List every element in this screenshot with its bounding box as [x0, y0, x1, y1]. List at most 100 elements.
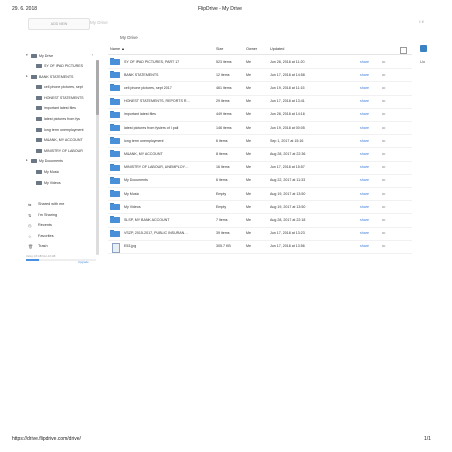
- share-link[interactable]: share: [360, 218, 369, 222]
- table-row[interactable]: E53.jpg 305.7 KB Me Jun 17, 2018 at 13:56 sh…: [108, 240, 412, 254]
- share-link[interactable]: share: [360, 205, 369, 209]
- file-name[interactable]: MINISTRY OF LABOUR, UNEMPLOY…: [124, 165, 210, 169]
- select-all-checkbox[interactable]: [400, 47, 407, 54]
- share-link[interactable]: share: [360, 126, 369, 130]
- file-name[interactable]: M&ANK, MY ACCOUNT: [124, 152, 210, 156]
- share-link[interactable]: share: [360, 99, 369, 103]
- header-owner[interactable]: Owner: [246, 47, 257, 51]
- sidebar-root-my-drive[interactable]: ▾ My Drive ‹: [26, 51, 96, 61]
- more-options-icon[interactable]: •••: [382, 60, 385, 64]
- top-menu-icons[interactable]: Ⅱ Ⅲ: [419, 20, 424, 24]
- file-name[interactable]: My Music: [124, 192, 210, 196]
- sidebar-folder-item[interactable]: My Videos: [26, 178, 96, 188]
- expand-icon[interactable]: ▾: [26, 53, 28, 57]
- sidebar-folder-item[interactable]: My Music: [26, 167, 96, 177]
- more-options-icon[interactable]: •••: [382, 73, 385, 77]
- sidebar-item-recents[interactable]: ◷ Recents: [26, 221, 96, 229]
- header-name[interactable]: Name ▲: [110, 47, 125, 51]
- more-options-icon[interactable]: •••: [382, 126, 385, 130]
- sidebar-folder-label: BANK STATEMENTS: [39, 74, 74, 79]
- more-options-icon[interactable]: •••: [382, 178, 385, 182]
- file-name[interactable]: SLSP, MY BANK ACCOUNT: [124, 218, 210, 222]
- sidebar-item-trash[interactable]: 🗑 Trash: [26, 242, 96, 250]
- table-row[interactable]: SLSP, MY BANK ACCOUNT 7 items Me Aug 28, 20…: [108, 213, 412, 228]
- table-row[interactable]: My Videos Empty Me Aug 19, 2017 at 13:50 sha…: [108, 200, 412, 215]
- expand-icon[interactable]: ▸: [26, 158, 28, 162]
- share-link[interactable]: share: [360, 231, 369, 235]
- table-row[interactable]: SY OF IPAD PICTURES, PART 17 523 items Me J…: [108, 55, 412, 70]
- chevron-left-icon[interactable]: ‹: [92, 53, 93, 57]
- more-options-icon[interactable]: •••: [382, 139, 385, 143]
- more-options-icon[interactable]: •••: [382, 165, 385, 169]
- file-name[interactable]: latest pictures from fysiers of I pall: [124, 126, 210, 130]
- header-updated[interactable]: Updated: [270, 47, 284, 51]
- table-row[interactable]: MINISTRY OF LABOUR, UNEMPLOY… 16 items Me J…: [108, 161, 412, 175]
- share-link[interactable]: share: [360, 112, 369, 116]
- share-link[interactable]: share: [360, 86, 369, 90]
- more-options-icon[interactable]: •••: [382, 152, 385, 156]
- more-options-icon[interactable]: •••: [382, 99, 385, 103]
- upgrade-link[interactable]: Upgrade: [78, 260, 89, 264]
- file-owner: Me: [246, 231, 251, 236]
- header-size[interactable]: Size: [216, 47, 223, 51]
- file-name[interactable]: E53.jpg: [124, 244, 210, 248]
- sidebar-folder-item[interactable]: latest pictures from fys: [26, 114, 96, 124]
- share-link[interactable]: share: [360, 139, 369, 143]
- table-row[interactable]: HONEST STATEMENTS, REPORTS R… 29 items Me J…: [108, 95, 412, 109]
- file-name[interactable]: important latest files: [124, 112, 210, 116]
- more-options-icon[interactable]: •••: [382, 231, 385, 235]
- share-link[interactable]: share: [360, 178, 369, 182]
- sidebar-scrollbar-thumb[interactable]: [96, 60, 99, 115]
- table-row[interactable]: cell phone pictures, sept 2017 461 items M…: [108, 81, 412, 96]
- share-link[interactable]: share: [360, 60, 369, 64]
- file-name[interactable]: SY OF IPAD PICTURES, PART 17: [124, 60, 210, 64]
- more-options-icon[interactable]: •••: [382, 205, 385, 209]
- sidebar-folder-item[interactable]: cell phone pictures, sept: [26, 82, 96, 92]
- table-row[interactable]: My Documents 6 items Me Aug 22, 2017 at 11:…: [108, 174, 412, 188]
- file-name[interactable]: HONEST STATEMENTS, REPORTS R…: [124, 99, 210, 103]
- more-options-icon[interactable]: •••: [382, 244, 385, 248]
- sidebar-item-favorites[interactable]: ☆ Favorites: [26, 232, 96, 240]
- file-updated: Jun 17, 2018 at 13:23: [270, 231, 305, 236]
- sidebar-folder-item[interactable]: MINISTRY OF LABOUR: [26, 146, 96, 156]
- expand-icon[interactable]: ▸: [26, 74, 28, 78]
- table-row[interactable]: important latest files 449 items Me Jun 28,…: [108, 108, 412, 122]
- file-name[interactable]: cell phone pictures, sept 2017: [124, 86, 210, 90]
- recents-icon: ◷: [28, 223, 32, 228]
- sidebar-folder-item[interactable]: long term unemployment: [26, 125, 96, 135]
- share-link[interactable]: share: [360, 192, 369, 196]
- table-row[interactable]: M&ANK, MY ACCOUNT 8 items Me Aug 28, 2017 a…: [108, 147, 412, 162]
- table-row[interactable]: VSZP, 2015-2017, PUBLIC INSURAN… 39 items…: [108, 227, 412, 241]
- share-link[interactable]: share: [360, 244, 369, 248]
- sidebar-folder-item[interactable]: ▸ BANK STATEMENTS: [26, 72, 96, 82]
- table-row[interactable]: BANK STATEMENTS 12 items Me Jun 17, 2018 at…: [108, 68, 412, 83]
- table-row[interactable]: latest pictures from fysiers of I pall 14…: [108, 121, 412, 136]
- file-name[interactable]: BANK STATEMENTS: [124, 73, 210, 77]
- sidebar-folder-item[interactable]: important latest files: [26, 103, 96, 113]
- more-options-icon[interactable]: •••: [382, 192, 385, 196]
- breadcrumb[interactable]: My Drive: [120, 35, 138, 40]
- file-name[interactable]: VSZP, 2015-2017, PUBLIC INSURAN…: [124, 231, 210, 235]
- sidebar-item-shared-with-me[interactable]: ⇆ Shared with me: [26, 200, 96, 208]
- upload-icon[interactable]: [420, 45, 427, 52]
- share-link[interactable]: share: [360, 152, 369, 156]
- share-link[interactable]: share: [360, 73, 369, 77]
- more-options-icon[interactable]: •••: [382, 112, 385, 116]
- sidebar-folder-item[interactable]: M&ANK, MY ACCOUNT: [26, 135, 96, 145]
- folder-icon: [36, 148, 42, 153]
- file-updated: Jun 17, 2018 at 13:56: [270, 244, 305, 249]
- more-options-icon[interactable]: •••: [382, 86, 385, 90]
- file-name[interactable]: My Documents: [124, 178, 210, 182]
- sidebar-folder-item[interactable]: HONEST STATEMENTS: [26, 93, 96, 103]
- share-link[interactable]: share: [360, 165, 369, 169]
- sidebar-folder-item[interactable]: ▸ My Documents: [26, 156, 96, 166]
- sidebar-folder-item[interactable]: SY OF IPAD PICTURES: [26, 61, 96, 71]
- table-row[interactable]: long term unemployment 6 items Me Sep 1, 20…: [108, 134, 412, 149]
- table-row[interactable]: My Music Empty Me Aug 19, 2017 at 13:50 shar…: [108, 187, 412, 202]
- more-options-icon[interactable]: •••: [382, 218, 385, 222]
- file-name[interactable]: My Videos: [124, 205, 210, 209]
- file-name[interactable]: long term unemployment: [124, 139, 210, 143]
- sidebar-folder-label: latest pictures from fys: [44, 117, 80, 121]
- add-new-button[interactable]: ADD NEW: [28, 18, 90, 30]
- sidebar-item-im-sharing[interactable]: ⇅ I'm Sharing: [26, 211, 96, 219]
